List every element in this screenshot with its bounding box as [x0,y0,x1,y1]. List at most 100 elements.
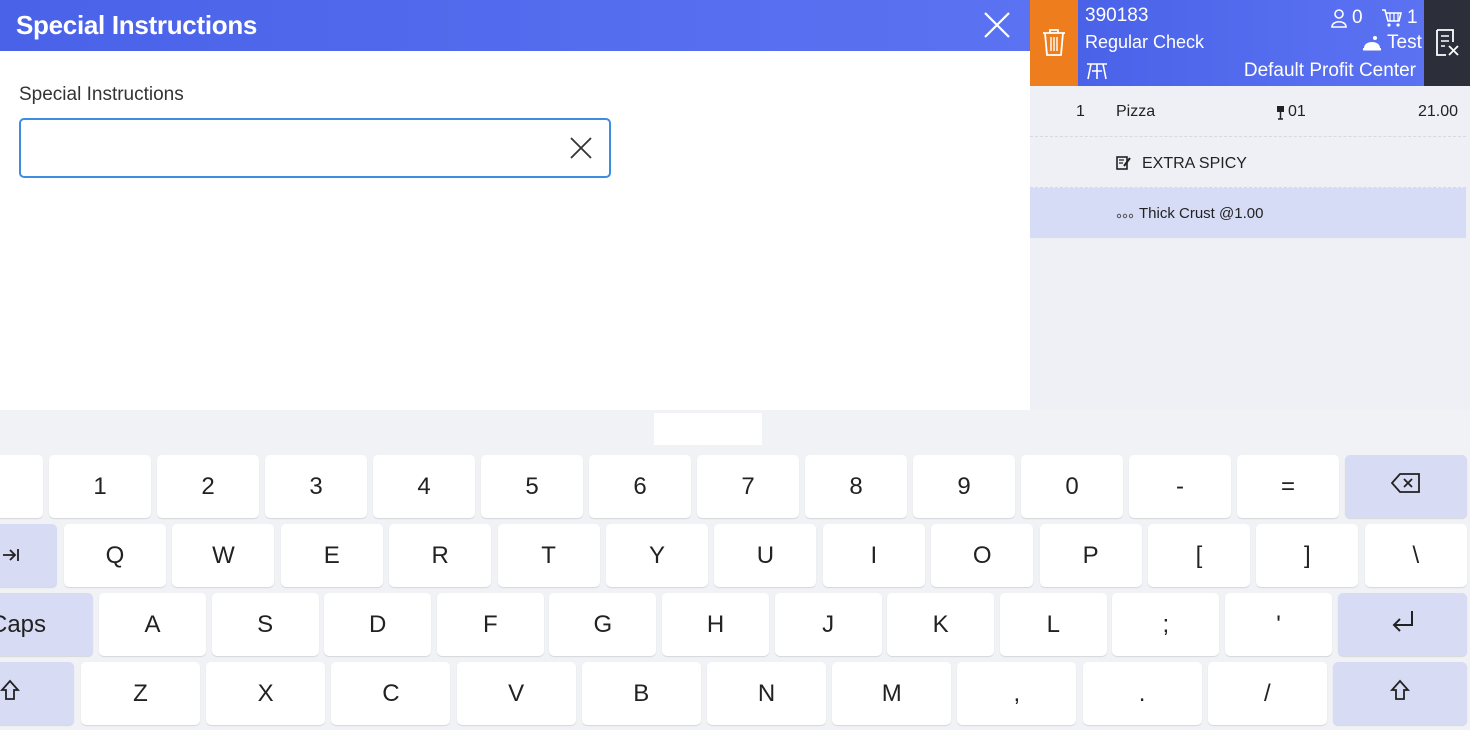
key-v-label: V [508,679,525,707]
key-a[interactable]: A [99,593,206,656]
key-c91[interactable]: [ [1148,524,1250,587]
key-c92[interactable]: \ [1364,524,1467,587]
key-g[interactable]: G [549,593,657,656]
table-icon[interactable] [1085,61,1109,86]
key-l-label: L [1046,610,1060,638]
key-w[interactable]: W [172,524,275,587]
key-c46[interactable]: . [1082,662,1202,725]
key-c[interactable]: C [331,662,451,725]
key-c44-label: , [1013,679,1021,707]
tab-icon [2,542,20,570]
close-check-button[interactable] [1424,0,1470,86]
special-instruction-icon [1116,155,1132,175]
key-o[interactable]: O [931,524,1034,587]
key-c59-label: ; [1162,610,1170,638]
key-e[interactable]: E [280,524,383,587]
key-9[interactable]: 9 [913,455,1015,518]
enter-key[interactable] [1338,593,1467,656]
key-v[interactable]: V [456,662,576,725]
key-e-label: E [323,541,340,569]
key-j-label: J [822,610,835,638]
key-h[interactable]: H [662,593,769,656]
key-p[interactable]: P [1039,524,1142,587]
key-1-label: 1 [93,472,107,500]
close-check-icon [1436,29,1459,56]
close-icon[interactable] [976,6,1016,46]
key-l[interactable]: L [999,593,1107,656]
key-r[interactable]: R [389,524,492,587]
server-name: Test [1387,32,1422,53]
key-a-label: A [144,610,161,638]
key-2[interactable]: 2 [157,455,259,518]
key-2-label: 2 [201,472,215,500]
check-option-line[interactable]: Thick Crust @1.00 [1030,188,1466,238]
key-c93[interactable]: ] [1256,524,1359,587]
special-instructions-input[interactable] [31,128,561,168]
key-c59[interactable]: ; [1112,593,1220,656]
key-f[interactable]: F [436,593,544,656]
key-c61[interactable]: = [1237,455,1339,518]
key-d[interactable]: D [324,593,432,656]
trash-button[interactable] [1030,0,1078,86]
key-s[interactable]: S [211,593,319,656]
key-c46-label: . [1138,679,1146,707]
check-line-item[interactable]: 1 Pizza 01 21.00 [1030,86,1466,137]
tab-key[interactable] [0,524,57,587]
dialog-header: Special Instructions [0,0,1030,51]
key-j[interactable]: J [774,593,882,656]
option-text: Thick Crust @1.00 [1139,205,1264,222]
key-z[interactable]: Z [81,662,200,725]
clear-icon[interactable] [567,134,595,162]
special-instructions-field [19,118,611,178]
on-screen-keyboard: 1 2 3 4 5 6 7 8 9 0 - = Q W E R T Y U I O P [] \ Caps A S D F G H J K L; '… [0,410,1470,730]
key-x[interactable]: X [206,662,326,725]
special-instructions-dialog: Special Instructions Special Instruction… [0,0,1030,410]
key-5[interactable]: 5 [481,455,583,518]
key-b-label: B [633,679,650,707]
key-n[interactable]: N [707,662,826,725]
key-8[interactable]: 8 [805,455,907,518]
key-k[interactable]: K [887,593,995,656]
key-4[interactable]: 4 [373,455,475,518]
key-grave-partial[interactable] [0,455,43,518]
key-6[interactable]: 6 [589,455,691,518]
key-m[interactable]: M [832,662,952,725]
modifier-text: EXTRA SPICY [1142,155,1247,172]
key-c44[interactable]: , [957,662,1077,725]
key-c39[interactable]: ' [1225,593,1332,656]
shift-right-key[interactable] [1333,662,1467,725]
field-label: Special Instructions [19,84,184,105]
key-7[interactable]: 7 [697,455,799,518]
key-b[interactable]: B [581,662,701,725]
seat-icon [1277,105,1284,120]
key-0[interactable]: 0 [1021,455,1123,518]
key-i[interactable]: I [822,524,925,587]
key-3[interactable]: 3 [265,455,367,518]
enter-icon [1390,609,1416,640]
check-modifier-line[interactable]: EXTRA SPICY [1030,137,1466,188]
shift-left-key[interactable] [0,662,74,725]
key-y[interactable]: Y [606,524,708,587]
keyboard-drag-handle[interactable] [654,413,762,445]
option-dots-icon [1116,206,1134,224]
key-3-label: 3 [309,472,323,500]
backspace-icon [1390,472,1421,501]
shift-icon [1389,679,1411,708]
backspace-key[interactable] [1345,455,1467,518]
key-q[interactable]: Q [64,524,166,587]
key-8-label: 8 [849,472,863,500]
caps-key[interactable]: Caps [0,593,93,656]
guest-count[interactable]: 0 [1330,7,1363,29]
key-c91-label: [ [1195,541,1203,569]
key-u[interactable]: U [714,524,817,587]
key-t[interactable]: T [497,524,600,587]
key-q-label: Q [105,541,125,569]
key-0-label: 0 [1065,472,1079,500]
key-c47[interactable]: / [1207,662,1327,725]
key-u-label: U [756,541,775,569]
key-d-label: D [369,610,387,638]
key-1[interactable]: 1 [49,455,151,518]
dialog-title: Special Instructions [16,10,258,40]
key-k-label: K [932,610,949,638]
key-c45[interactable]: - [1129,455,1231,518]
